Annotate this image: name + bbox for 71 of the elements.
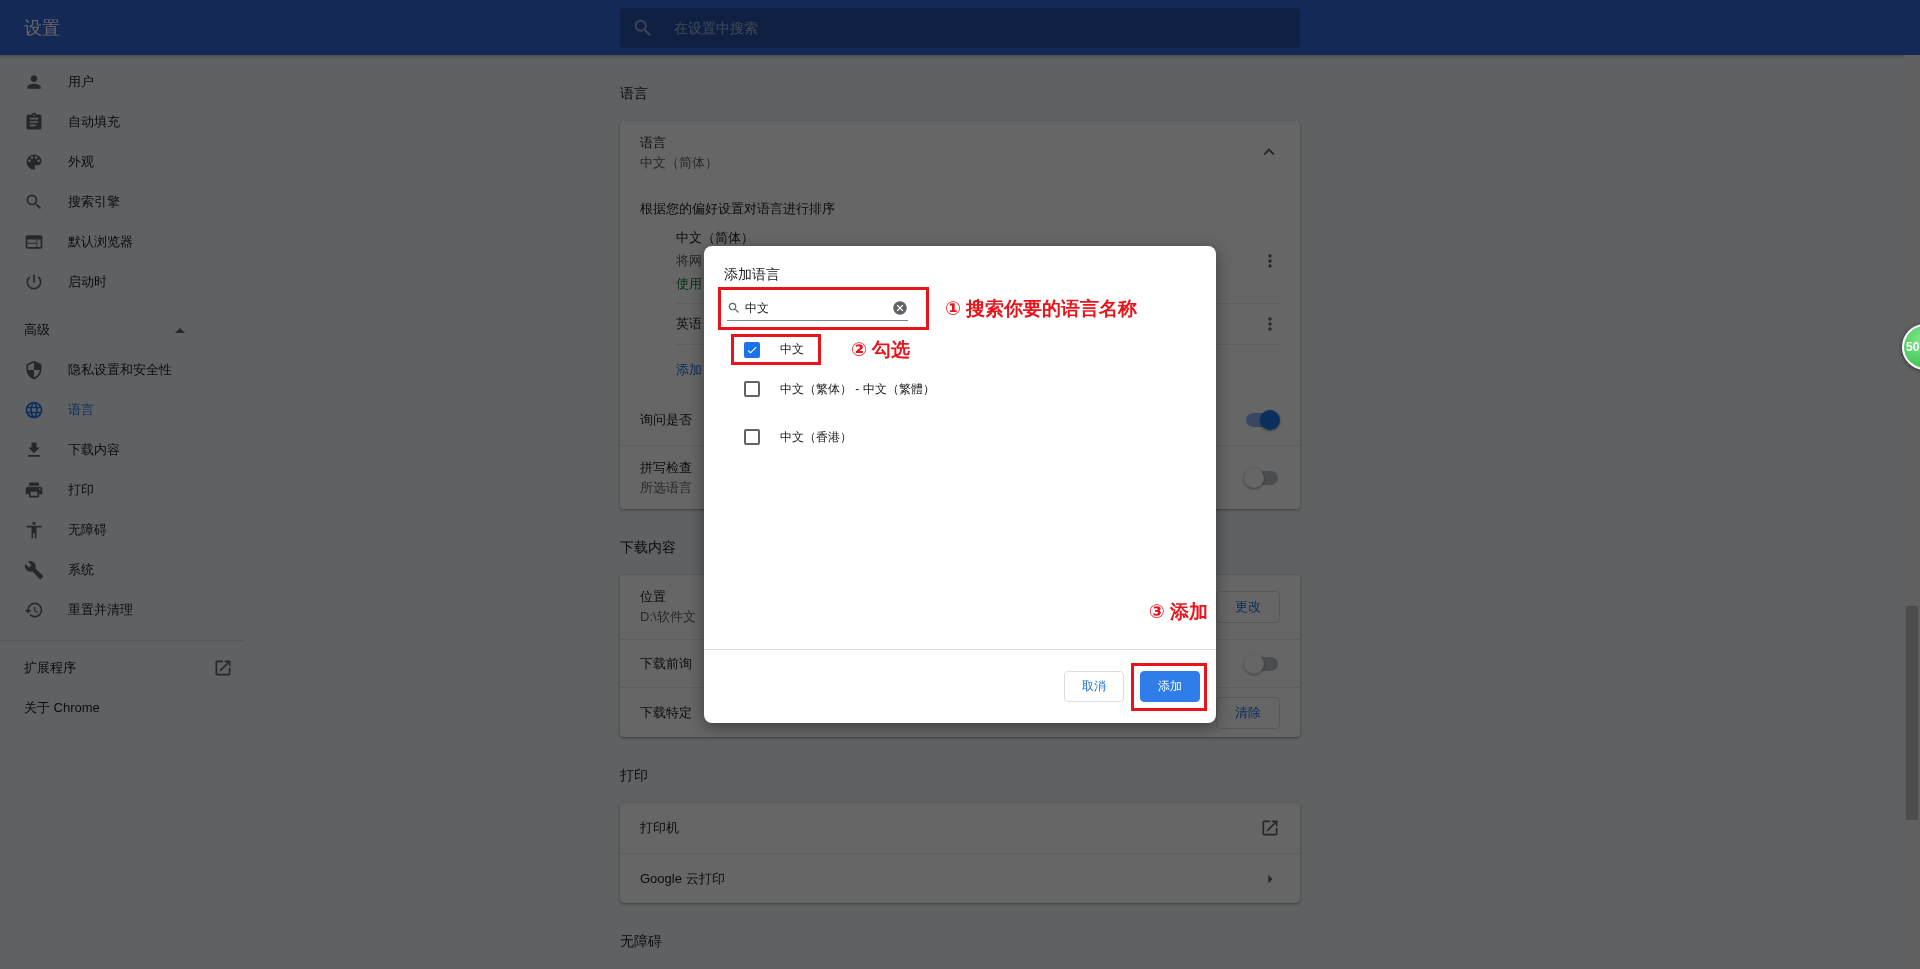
- sidebar-item[interactable]: 搜索引擎: [0, 182, 256, 222]
- power-icon: [24, 272, 44, 292]
- search-field[interactable]: 中文: [745, 301, 888, 315]
- action-button[interactable]: 清除: [1216, 696, 1280, 729]
- external-link-icon[interactable]: [1260, 818, 1280, 838]
- palette-icon: [24, 152, 44, 172]
- sidebar-item[interactable]: 用户: [0, 62, 256, 102]
- setting-label: 位置: [640, 588, 666, 606]
- page-title: 设置: [23, 16, 61, 40]
- annotation: ② 勾选: [851, 337, 911, 362]
- section-heading: 下载内容: [620, 538, 677, 557]
- add-language-link[interactable]: 添加: [676, 361, 702, 379]
- language-detail: 将网: [676, 252, 702, 270]
- setting-detail: D:\软件文: [640, 608, 696, 626]
- section-heading: 打印: [620, 766, 649, 785]
- language-name: 英语: [676, 315, 702, 333]
- sidebar-item[interactable]: 重置并清理: [0, 590, 256, 630]
- toggle-switch[interactable]: [1244, 410, 1280, 430]
- setting-label: 询问是否: [640, 411, 692, 429]
- sidebar-item[interactable]: 系统: [0, 550, 256, 590]
- sidebar-item[interactable]: 语言: [0, 390, 256, 430]
- wrench-icon: [24, 560, 44, 580]
- option-label[interactable]: 中文（繁体） - 中文（繁體）: [780, 380, 935, 398]
- setting-label: Google 云打印: [640, 869, 725, 888]
- search-icon: [24, 192, 44, 212]
- setting-title: 语言: [640, 134, 666, 152]
- setting-detail: 所选语言: [640, 478, 692, 497]
- clipboard-icon: [24, 112, 44, 132]
- shield-icon: [24, 360, 44, 380]
- checkbox[interactable]: [744, 341, 760, 358]
- language-status: 使用: [676, 275, 702, 293]
- sidebar-item[interactable]: 无障碍: [0, 510, 256, 550]
- sidebar-item[interactable]: 默认浏览器: [0, 222, 256, 262]
- external-link-icon: [213, 658, 233, 678]
- setting-label: 下载特定: [640, 703, 692, 722]
- option-label[interactable]: 中文（香港）: [780, 428, 852, 446]
- setting-label: 打印机: [640, 819, 679, 837]
- accessibility-icon: [24, 520, 44, 540]
- annotation: ① 搜索你要的语言名称: [945, 296, 1138, 321]
- option-label[interactable]: 中文: [780, 341, 804, 358]
- language-name: 中文（简体）: [676, 229, 754, 247]
- browser-window-icon: [24, 232, 44, 252]
- sidebar-item[interactable]: 打印: [0, 470, 256, 510]
- printer-icon: [24, 480, 44, 500]
- sidebar-item[interactable]: 下载内容: [0, 430, 256, 470]
- dialog-title: 添加语言: [723, 265, 781, 284]
- sidebar-link[interactable]: 扩展程序: [0, 648, 256, 688]
- sidebar-item[interactable]: 启动时: [0, 262, 256, 302]
- setting-label: 下载前询: [640, 654, 692, 673]
- setting-label: 拼写检查: [640, 458, 692, 477]
- checkbox[interactable]: [744, 381, 760, 397]
- sidebar-item[interactable]: 隐私设置和安全性: [0, 350, 256, 390]
- history-icon: [24, 600, 44, 620]
- section-heading: 无障碍: [620, 932, 663, 951]
- annotation: ③ 添加: [1148, 600, 1209, 624]
- clear-icon[interactable]: [892, 300, 908, 316]
- toggle-switch[interactable]: [1244, 653, 1280, 674]
- sidebar-link[interactable]: 关于 Chrome: [0, 688, 256, 728]
- sidebar-item[interactable]: 自动填充: [0, 102, 256, 142]
- advanced-toggle[interactable]: 高级: [0, 310, 256, 350]
- add-button[interactable]: 添加: [1140, 671, 1200, 702]
- action-button[interactable]: 更改: [1216, 591, 1280, 623]
- sidebar-item[interactable]: 外观: [0, 142, 256, 182]
- section-heading: 语言: [620, 84, 649, 103]
- cancel-button[interactable]: 取消: [1064, 671, 1124, 702]
- sort-hint: 根据您的偏好设置对语言进行排序: [639, 200, 836, 218]
- setting-value: 中文（简体）: [640, 154, 718, 172]
- toggle-switch[interactable]: [1244, 467, 1280, 488]
- search-icon: [727, 301, 741, 315]
- globe-icon: [24, 400, 44, 420]
- checkbox[interactable]: [744, 429, 760, 445]
